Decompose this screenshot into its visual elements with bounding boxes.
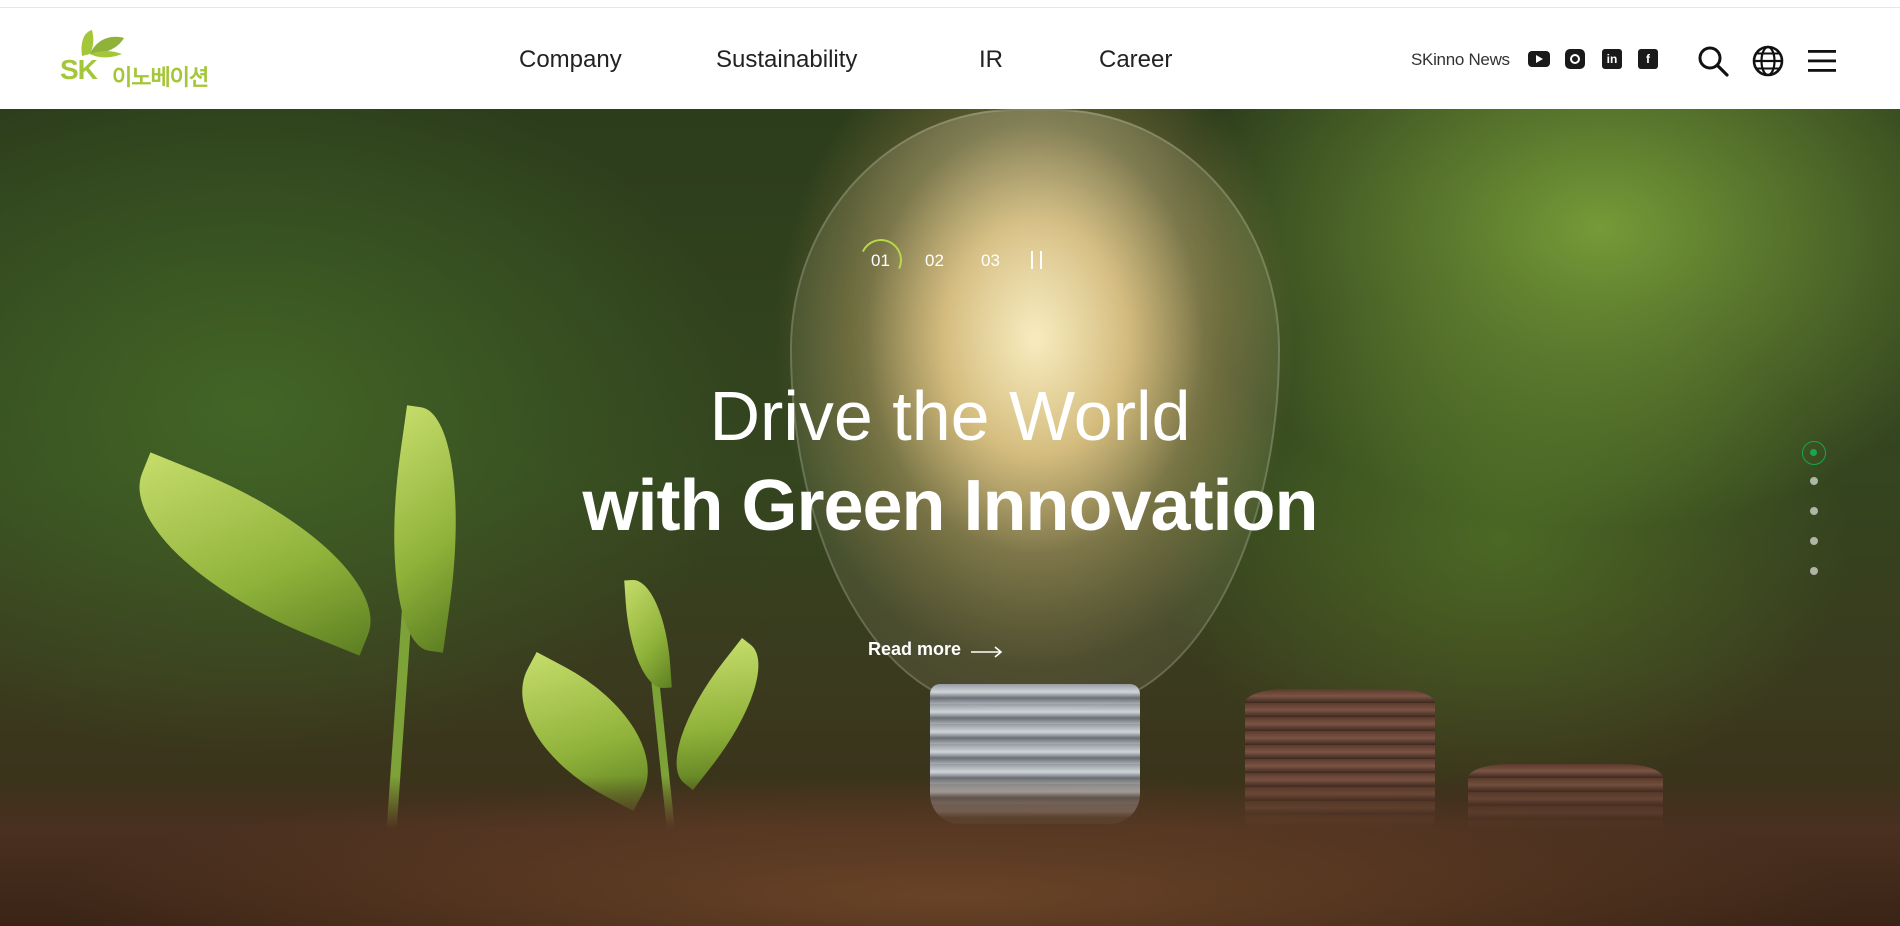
facebook-icon[interactable]: f [1638,49,1658,69]
globe-icon[interactable] [1751,44,1785,78]
slide-tab-01[interactable]: 01 [871,251,890,271]
nav-company[interactable]: Company [519,46,622,74]
nav-ir[interactable]: IR [979,46,1003,74]
slide-tab-02[interactable]: 02 [925,251,944,271]
seedling-bud [624,577,672,691]
instagram-icon[interactable] [1565,49,1585,69]
slide-tab-03[interactable]: 03 [981,251,1000,271]
pause-icon[interactable] [1029,251,1045,269]
soil-ground-image [0,776,1900,926]
site-header: SK 이노베이션 Company Sustainability IR Caree… [0,8,1900,109]
section-dot-1[interactable] [1802,441,1826,465]
hero-headline: Drive the World with Green Innovation [0,371,1900,551]
hero-title-line2: with Green Innovation [582,466,1318,546]
read-more-link[interactable]: Read more [868,639,961,660]
hero-title-line1: Drive the World [709,377,1191,455]
nav-sustainability[interactable]: Sustainability [716,46,857,74]
section-dot-2[interactable] [1810,477,1818,485]
search-icon[interactable] [1696,44,1730,78]
hero-banner: 01 02 03 Drive the World with Green Inno… [0,109,1900,926]
nav-career[interactable]: Career [1099,46,1172,74]
section-dot-4[interactable] [1810,537,1818,545]
slide-pager: 01 02 03 [0,233,1900,287]
linkedin-icon[interactable]: in [1602,49,1622,69]
arrow-right-icon[interactable] [971,646,1003,658]
section-nav-dots [1800,441,1830,581]
youtube-icon[interactable] [1528,51,1550,67]
section-dot-5[interactable] [1810,567,1818,575]
section-dot-3[interactable] [1810,507,1818,515]
menu-icon[interactable] [1806,44,1840,78]
top-border [0,0,1900,8]
skinno-news-link[interactable]: SKinno News [1411,50,1510,70]
seedling-leaf [649,637,786,791]
